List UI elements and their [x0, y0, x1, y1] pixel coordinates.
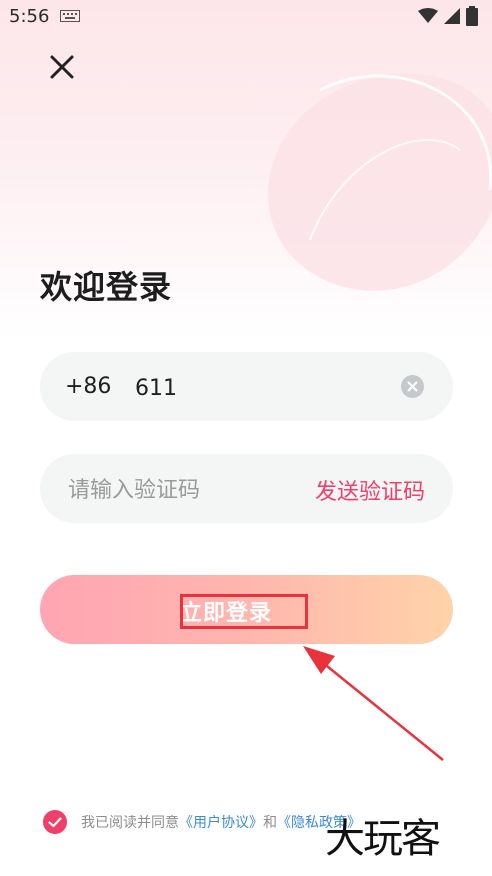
agreement-row: 我已阅读并同意《用户协议》和《隐私政策》 [43, 810, 361, 834]
verification-code-field[interactable]: 发送验证码 [40, 454, 453, 523]
page-title: 欢迎登录 [40, 268, 173, 306]
agreement-conjunction: 和 [263, 815, 277, 831]
status-time: 5:56 [9, 6, 50, 27]
clear-button[interactable] [401, 375, 424, 398]
signal-icon [444, 8, 460, 24]
keyboard-icon [60, 10, 80, 22]
agreement-text: 我已阅读并同意《用户协议》和《隐私政策》 [81, 812, 361, 832]
agree-checkbox[interactable] [43, 810, 67, 834]
annotation-arrow [303, 646, 444, 761]
verification-code-input[interactable] [66, 473, 290, 507]
wifi-icon [418, 8, 438, 23]
clear-icon [407, 381, 418, 392]
user-agreement-link[interactable]: 《用户协议》 [179, 815, 263, 831]
agreement-prefix: 我已阅读并同意 [81, 815, 179, 831]
close-icon [50, 55, 74, 79]
battery-icon [466, 6, 478, 26]
decorative-shape [267, 73, 492, 291]
watermark-logo: 大玩客 [325, 816, 441, 862]
send-code-button[interactable]: 发送验证码 [315, 474, 425, 506]
status-bar: 5:56 [0, 0, 492, 34]
phone-input[interactable] [133, 372, 387, 404]
close-button[interactable] [42, 47, 82, 87]
status-icons [418, 6, 478, 26]
check-icon [48, 816, 62, 827]
phone-field[interactable]: +86 [40, 352, 453, 421]
annotation-highlight-box [180, 594, 308, 629]
country-code[interactable]: +86 [65, 374, 111, 399]
